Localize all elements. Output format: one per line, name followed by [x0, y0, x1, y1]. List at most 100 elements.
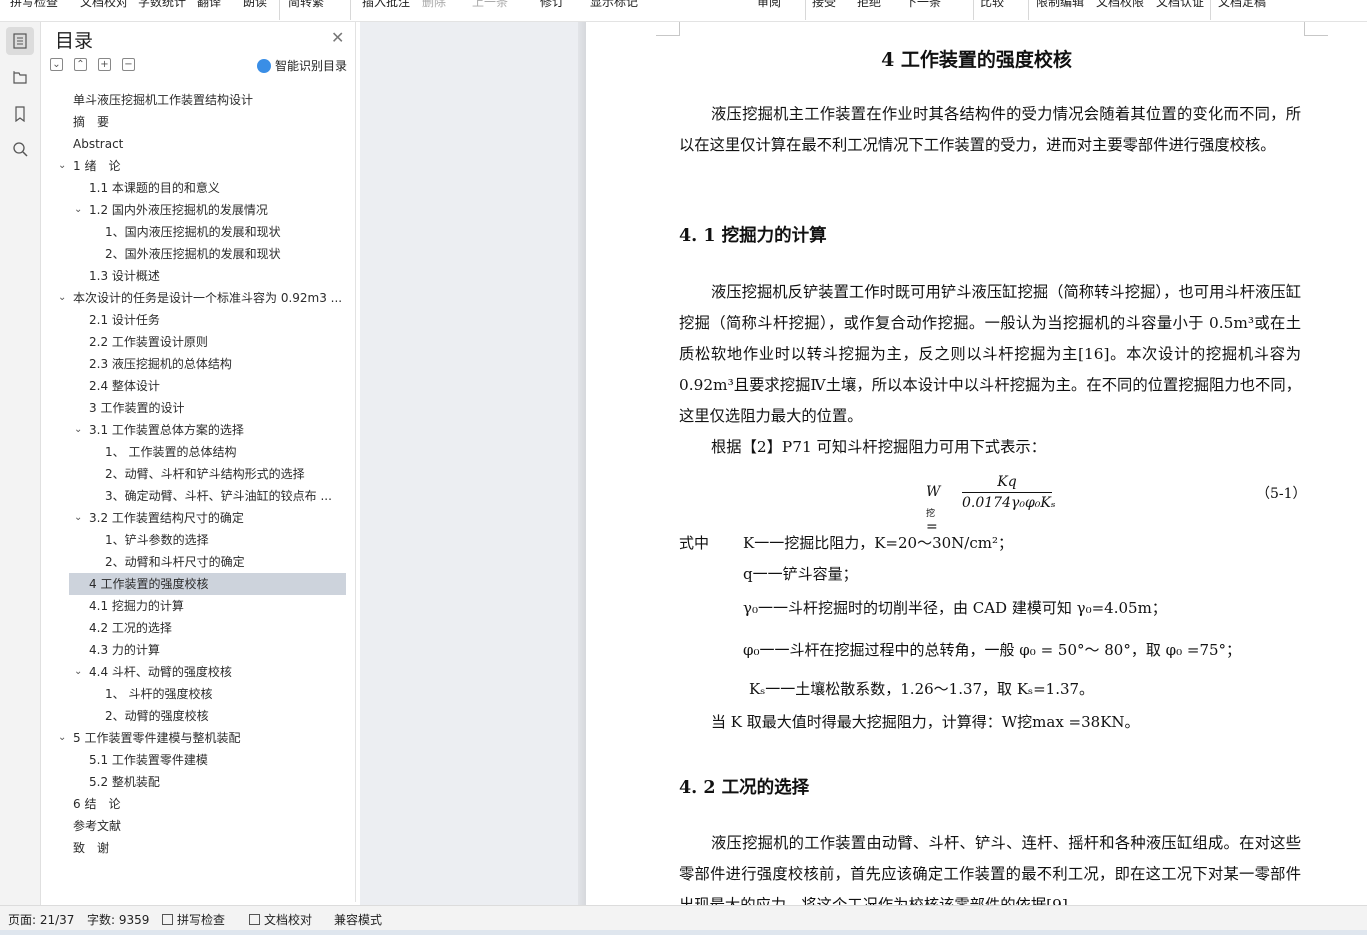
- toc-item-label: 2、动臂、斗杆和铲斗结构形式的选择: [105, 467, 305, 481]
- add-heading-icon[interactable]: +: [98, 58, 111, 71]
- ribbon-show-marks[interactable]: 显示标记: [590, 0, 638, 10]
- toc-item[interactable]: ⌄ 1 绪 论: [41, 155, 356, 177]
- toc-item[interactable]: 1.3 设计概述: [41, 265, 356, 287]
- toc-icon[interactable]: [6, 27, 34, 55]
- toc-item[interactable]: 1、 工作装置的总体结构: [41, 441, 356, 463]
- toc-item[interactable]: 4.1 挖掘力的计算: [41, 595, 356, 617]
- toc-item-label: 1、 工作装置的总体结构: [105, 445, 237, 459]
- toc-item[interactable]: 4.3 力的计算: [41, 639, 356, 661]
- ribbon-doc-permission[interactable]: 文档权限: [1096, 0, 1144, 10]
- toc-item[interactable]: 5.1 工作装置零件建模: [41, 749, 356, 771]
- document-page[interactable]: 4 工作装置的强度校核 液压挖掘机主工作装置在作业时其各结构件的受力情况会随着其…: [586, 22, 1367, 905]
- close-icon[interactable]: ✕: [331, 28, 344, 47]
- toc-item[interactable]: ⌄ 3.2 工作装置结构尺寸的确定: [41, 507, 356, 529]
- chevron-down-icon[interactable]: ⌄: [74, 419, 82, 441]
- toc-item[interactable]: 4.2 工况的选择: [41, 617, 356, 639]
- ribbon-reject[interactable]: 拒绝: [857, 0, 881, 10]
- ribbon-convert[interactable]: 简转繁: [288, 0, 324, 10]
- ribbon-finalize[interactable]: 文档定稿: [1218, 0, 1266, 10]
- toc-item-label: 1.1 本课题的目的和意义: [89, 181, 220, 195]
- equation-number: （5-1）: [1256, 486, 1307, 502]
- toc-item[interactable]: 3 工作装置的设计: [41, 397, 356, 419]
- toc-item-label: 2、动臂和斗杆尺寸的确定: [105, 555, 245, 569]
- page-indicator[interactable]: 页面: 21/37: [8, 911, 74, 928]
- where-label: 式中: [679, 534, 710, 552]
- bookmark-icon[interactable]: [6, 100, 34, 128]
- toc-item[interactable]: 2、国外液压挖掘机的发展和现状: [41, 243, 356, 265]
- toc-list: 单斗液压挖掘机工作装置结构设计摘 要 Abstract ⌄ 1 绪 论 1.1 本课题的…: [41, 89, 356, 859]
- toc-item-label: 4.1 挖掘力的计算: [89, 599, 184, 613]
- chevron-down-icon[interactable]: ⌄: [74, 661, 82, 683]
- toc-item-label: 4 工作装置的强度校核: [89, 577, 209, 591]
- status-spellcheck[interactable]: 拼写检查: [162, 911, 225, 928]
- word-count[interactable]: 字数: 9359: [87, 911, 149, 928]
- toc-item[interactable]: Abstract: [41, 133, 356, 155]
- toc-item[interactable]: 2、动臂的强度校核: [41, 705, 356, 727]
- toc-item-selected[interactable]: 4 工作装置的强度校核: [69, 573, 346, 595]
- toc-item[interactable]: ⌄ 1.2 国内外液压挖掘机的发展情况: [41, 199, 356, 221]
- chevron-down-icon[interactable]: ⌄: [74, 199, 82, 221]
- formula-denominator: 0.0174γ₀φ₀Kₛ: [962, 495, 1056, 511]
- ribbon-spellcheck[interactable]: 拼写检查: [10, 0, 58, 10]
- toc-item[interactable]: 1、 斗杆的强度校核: [41, 683, 356, 705]
- navigation-icon-bar: [0, 22, 41, 905]
- ribbon-revise[interactable]: 修订: [540, 0, 564, 10]
- smart-toc-button[interactable]: 智能识别目录: [257, 57, 347, 74]
- toc-item[interactable]: 摘 要: [41, 111, 356, 133]
- toc-item[interactable]: 1、国内液压挖掘机的发展和现状: [41, 221, 356, 243]
- toc-item[interactable]: ⌄ 本次设计的任务是设计一个标准斗容为 0.92m3 ...: [41, 287, 356, 309]
- toc-item[interactable]: 6 结 论: [41, 793, 356, 815]
- toc-item[interactable]: 5.2 整机装配: [41, 771, 356, 793]
- ribbon-accept[interactable]: 接受: [812, 0, 836, 10]
- toc-item[interactable]: ⌄ 3.1 工作装置总体方案的选择: [41, 419, 356, 441]
- toc-item-label: 单斗液压挖掘机工作装置结构设计: [73, 93, 254, 107]
- toc-item[interactable]: 2、动臂、斗杆和铲斗结构形式的选择: [41, 463, 356, 485]
- toc-panel: 目录 ✕ ⌄ ⌃ + − 智能识别目录 单斗液压挖掘机工作装置结构设计摘 要 Ab…: [41, 22, 356, 902]
- toc-item[interactable]: 2.3 液压挖掘机的总体结构: [41, 353, 356, 375]
- folder-icon[interactable]: [6, 63, 34, 91]
- page-shadow: [578, 22, 586, 905]
- toc-item[interactable]: 2.2 工作装置设计原则: [41, 331, 356, 353]
- chevron-down-icon[interactable]: ⌄: [74, 507, 82, 529]
- toc-item[interactable]: 2.1 设计任务: [41, 309, 356, 331]
- chevron-down-icon[interactable]: ⌄: [58, 155, 66, 177]
- toc-item[interactable]: 1.1 本课题的目的和意义: [41, 177, 356, 199]
- ribbon-prev[interactable]: 上一条: [472, 0, 508, 10]
- toc-item-label: 摘 要: [73, 115, 110, 129]
- ribbon-doc-cert[interactable]: 文档认证: [1156, 0, 1204, 10]
- toc-item[interactable]: 1、铲斗参数的选择: [41, 529, 356, 551]
- toc-item-label: 3 工作装置的设计: [89, 401, 185, 415]
- ribbon-next[interactable]: 下一条: [905, 0, 941, 10]
- toc-item-label: 1.2 国内外液压挖掘机的发展情况: [89, 203, 268, 217]
- ribbon-restrict-edit[interactable]: 限制编辑: [1036, 0, 1084, 10]
- ribbon-wordcount[interactable]: 字数统计: [138, 0, 186, 10]
- ribbon-compare[interactable]: 比较: [980, 0, 1004, 10]
- smart-icon: [257, 58, 271, 73]
- expand-all-icon[interactable]: ⌃: [74, 58, 87, 71]
- chevron-down-icon[interactable]: ⌄: [58, 727, 66, 749]
- toc-item[interactable]: ⌄ 5 工作装置零件建模与整机装配: [41, 727, 356, 749]
- toc-item-label: 2.2 工作装置设计原则: [89, 335, 208, 349]
- search-icon[interactable]: [6, 135, 34, 163]
- ribbon-proofread[interactable]: 文档校对: [80, 0, 128, 10]
- chevron-down-icon[interactable]: ⌄: [58, 287, 66, 309]
- bottom-strip: [0, 930, 1367, 935]
- paragraph: 根据【2】P71 可知斗杆挖掘阻力可用下式表示：: [711, 438, 1046, 456]
- remove-heading-icon[interactable]: −: [122, 58, 135, 71]
- collapse-all-icon[interactable]: ⌄: [50, 58, 63, 71]
- toc-item[interactable]: 致 谢: [41, 837, 356, 859]
- toc-item-label: Abstract: [73, 137, 124, 151]
- ribbon-review[interactable]: 审阅: [757, 0, 781, 10]
- toc-item[interactable]: 2、动臂和斗杆尺寸的确定: [41, 551, 356, 573]
- ribbon-delete[interactable]: 删除: [422, 0, 446, 10]
- definition-row: γ₀一一斗杆挖掘时的切削半径，由 CAD 建模可知 γ₀=4.05m；: [743, 599, 1167, 617]
- ribbon-translate[interactable]: 翻译: [197, 0, 221, 10]
- toc-item[interactable]: 参考文献: [41, 815, 356, 837]
- toc-item[interactable]: 2.4 整体设计: [41, 375, 356, 397]
- status-proofread[interactable]: 文档校对: [249, 911, 312, 928]
- toc-item[interactable]: 单斗液压挖掘机工作装置结构设计: [41, 89, 356, 111]
- ribbon-insert-comment[interactable]: 插入批注: [362, 0, 410, 10]
- toc-item[interactable]: ⌄ 4.4 斗杆、动臂的强度校核: [41, 661, 356, 683]
- ribbon-read-aloud[interactable]: 朗读: [243, 0, 267, 10]
- toc-item[interactable]: 3、确定动臂、斗杆、铲斗油缸的铰点布 ...: [41, 485, 356, 507]
